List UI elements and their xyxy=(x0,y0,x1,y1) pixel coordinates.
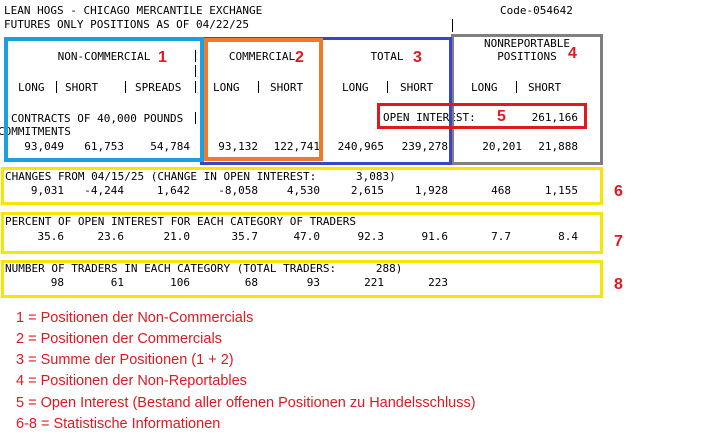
marker-5: 5 xyxy=(497,108,506,125)
box-7-percent xyxy=(1,212,603,254)
marker-2: 2 xyxy=(295,49,304,66)
report-date-line: FUTURES ONLY POSITIONS AS OF 04/22/25 xyxy=(4,18,250,31)
legend-item-5: 5 = Open Interest (Bestand aller offenen… xyxy=(16,395,476,411)
box-8-traders xyxy=(1,260,603,298)
report-code: Code-054642 xyxy=(500,4,573,17)
header-divider xyxy=(452,19,453,32)
marker-6: 6 xyxy=(614,183,623,200)
box-4-nonreportable xyxy=(451,34,603,165)
marker-1: 1 xyxy=(158,49,167,66)
report-title: LEAN HOGS - CHICAGO MERCANTILE EXCHANGE xyxy=(4,4,263,17)
box-6-changes xyxy=(1,167,603,205)
marker-4: 4 xyxy=(568,45,577,62)
cot-report-figure: LEAN HOGS - CHICAGO MERCANTILE EXCHANGE … xyxy=(0,0,714,441)
legend-item-1: 1 = Positionen der Non-Commercials xyxy=(16,310,254,326)
marker-3: 3 xyxy=(413,49,422,66)
legend-item-4: 4 = Positionen der Non-Reportables xyxy=(16,373,247,389)
box-1-non-commercial xyxy=(4,37,204,162)
box-5-open-interest xyxy=(377,103,587,129)
box-2-commercial xyxy=(204,38,323,161)
legend-item-3: 3 = Summe der Positionen (1 + 2) xyxy=(16,352,234,368)
marker-7: 7 xyxy=(614,233,623,250)
marker-8: 8 xyxy=(614,276,623,293)
legend-item-2: 2 = Positionen der Commercials xyxy=(16,331,222,347)
legend-item-6-8: 6-8 = Statistische Informationen xyxy=(16,416,221,432)
